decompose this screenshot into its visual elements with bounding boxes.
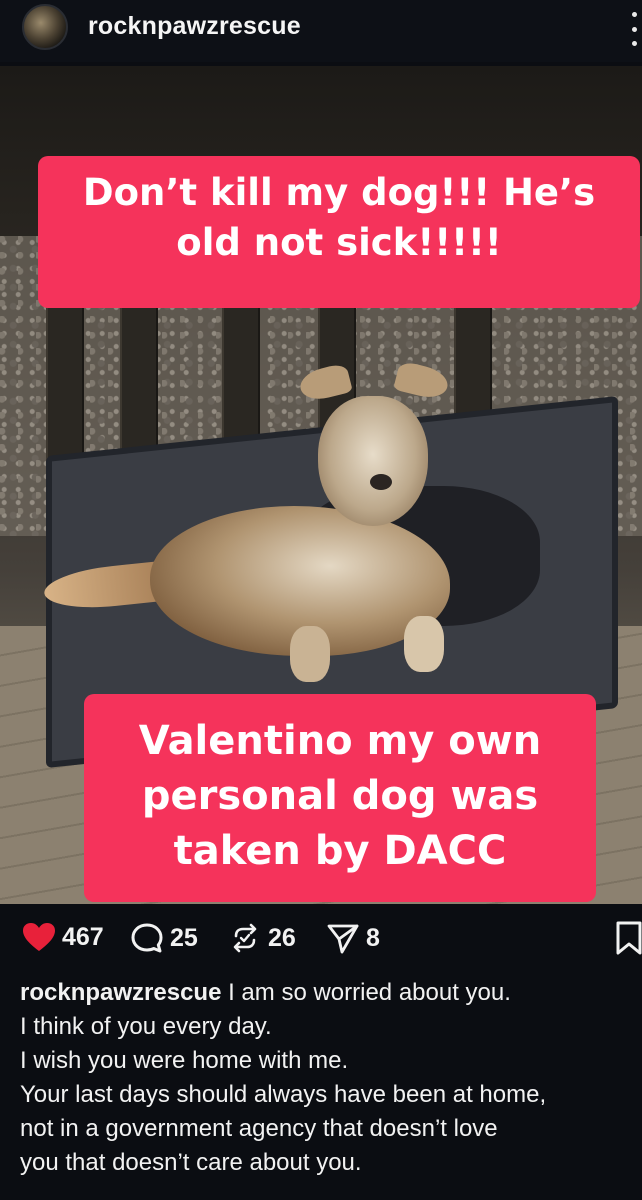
more-options-icon[interactable] [628,12,640,46]
repost-icon [233,923,257,953]
action-bar: 467 25 26 8 [0,906,642,978]
comment-icon [131,923,163,953]
dog-paw [404,616,444,672]
post-image[interactable]: Don’t kill my dog!!! He’s old not sick!!… [0,66,642,904]
overlay-line: personal dog was [141,773,539,819]
like-button[interactable]: 467 [22,922,104,952]
avatar[interactable] [22,4,68,50]
overlay-line: Don’t kill my dog!!! He’s [82,171,596,214]
share-count: 8 [366,923,380,952]
caption-line: not in a government agency that doesn’t … [20,1115,498,1142]
overlay-text-bottom: Valentino my own personal dog was taken … [84,694,596,902]
bookmark-icon[interactable] [614,920,642,956]
comment-button[interactable]: 25 [130,922,198,954]
overlay-line: Valentino my own [138,718,542,764]
username[interactable]: rocknpawzrescue [88,12,301,41]
caption-line: I am so worried about you. [228,979,511,1006]
dog-head [318,396,428,526]
post-header: rocknpawzrescue [0,0,642,62]
overlay-line: taken by DACC [173,828,507,874]
caption-line: I think of you every day. [20,1013,272,1040]
caption-first-line: rocknpawzrescue I am so worried about yo… [20,976,642,1010]
heart-icon [23,923,55,951]
comment-count: 25 [170,923,198,952]
repost-button[interactable]: 26 [228,922,296,954]
caption-line: I wish you were home with me. [20,1047,349,1074]
dog-nose [370,474,392,490]
like-count: 467 [62,922,104,951]
share-button[interactable]: 8 [326,922,380,954]
overlay-line: old not sick!!!!! [176,221,502,264]
caption-line: Your last days should always have been a… [20,1081,547,1108]
send-icon [327,924,359,954]
caption-line: you that doesn’t care about you. [20,1149,362,1176]
post-caption: rocknpawzrescue I am so worried about yo… [20,976,642,1180]
overlay-text-top: Don’t kill my dog!!! He’s old not sick!!… [38,156,640,308]
caption-username[interactable]: rocknpawzrescue [20,979,221,1006]
repost-count: 26 [268,923,296,952]
dog-paw [290,626,330,682]
